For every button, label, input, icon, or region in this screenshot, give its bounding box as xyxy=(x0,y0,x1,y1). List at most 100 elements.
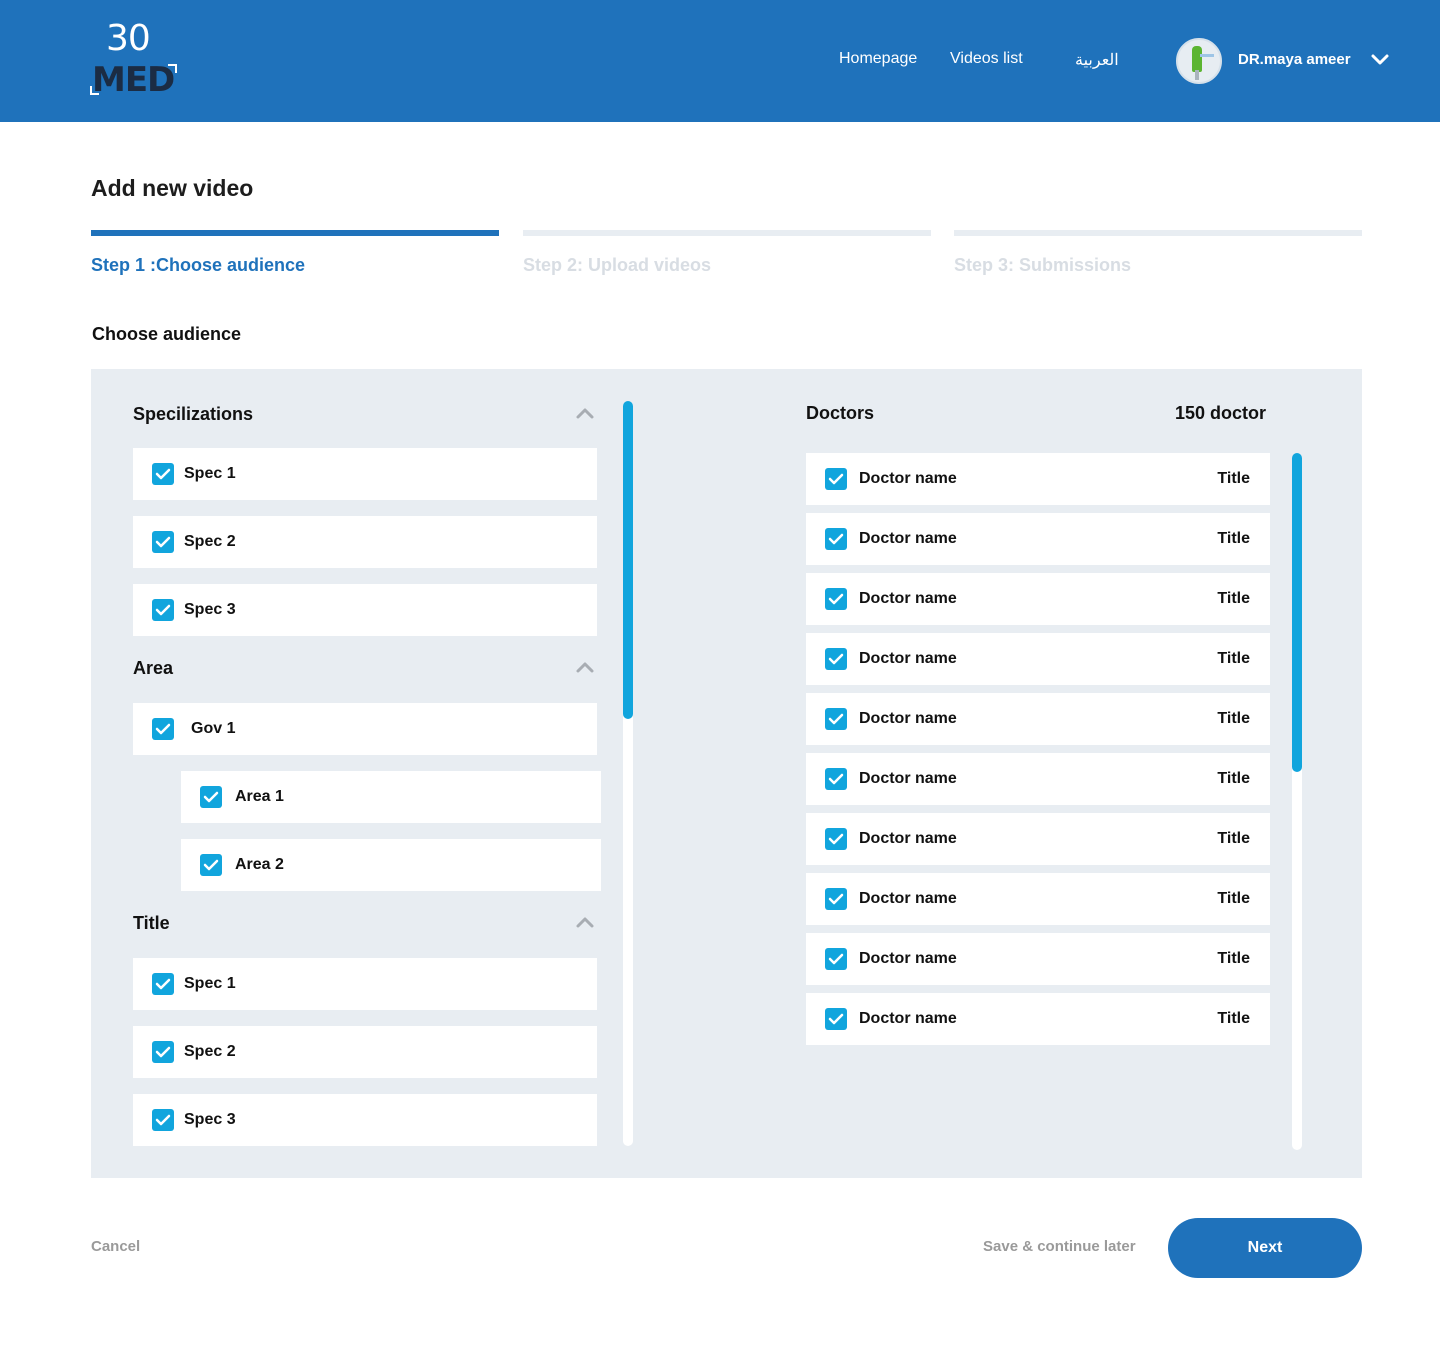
logo-corner-icon xyxy=(168,64,177,73)
checkbox[interactable] xyxy=(825,1008,847,1030)
doctor-row[interactable]: Doctor name Title xyxy=(806,873,1270,925)
logo-text: MED xyxy=(92,60,175,100)
group-title-specializations: Specilizations xyxy=(133,404,254,424)
doctor-row[interactable]: Doctor name Title xyxy=(806,753,1270,805)
doctor-name: Doctor name xyxy=(859,530,957,547)
checkbox[interactable] xyxy=(152,599,174,621)
chevron-up-icon[interactable] xyxy=(575,660,595,674)
list-item-spec[interactable]: Spec 2 xyxy=(133,516,597,568)
top-header: 30 MED Homepage Videos list العربية DR.m… xyxy=(0,0,1440,122)
checkbox[interactable] xyxy=(825,768,847,790)
avatar-image-bar xyxy=(1200,54,1214,57)
doctor-name: Doctor name xyxy=(859,710,957,727)
checkbox[interactable] xyxy=(152,1041,174,1063)
checkbox[interactable] xyxy=(152,531,174,553)
checkbox[interactable] xyxy=(200,854,222,876)
list-item-area[interactable]: Area 2 xyxy=(181,839,601,891)
doctor-title: Title xyxy=(1217,890,1250,907)
chevron-up-icon[interactable] xyxy=(575,915,595,929)
doctor-title: Title xyxy=(1217,530,1250,547)
list-item-spec[interactable]: Spec 3 xyxy=(133,584,597,636)
list-item-title[interactable]: Spec 3 xyxy=(133,1094,597,1146)
list-item-label: Area 2 xyxy=(235,856,284,873)
list-item-title[interactable]: Spec 2 xyxy=(133,1026,597,1078)
doctor-title: Title xyxy=(1217,830,1250,847)
doctor-title: Title xyxy=(1217,470,1250,487)
doctor-title: Title xyxy=(1217,1010,1250,1027)
save-continue-later-button[interactable]: Save & continue later xyxy=(983,1238,1136,1255)
doctors-scrollbar[interactable] xyxy=(1292,453,1302,1150)
doctor-title: Title xyxy=(1217,590,1250,607)
doctor-title: Title xyxy=(1217,770,1250,787)
avatar-image-stand xyxy=(1195,70,1199,80)
cancel-button[interactable]: Cancel xyxy=(91,1238,140,1255)
nav-videos-list[interactable]: Videos list xyxy=(950,50,1023,68)
list-item-label: Gov 1 xyxy=(191,720,236,737)
doctor-name: Doctor name xyxy=(859,830,957,847)
list-item-area[interactable]: Area 1 xyxy=(181,771,601,823)
checkbox[interactable] xyxy=(825,708,847,730)
checkbox[interactable] xyxy=(825,588,847,610)
checkbox[interactable] xyxy=(825,468,847,490)
doctor-title: Title xyxy=(1217,950,1250,967)
list-item-label: Spec 3 xyxy=(184,1111,236,1128)
checkbox[interactable] xyxy=(152,1109,174,1131)
user-name[interactable]: DR.maya ameer xyxy=(1238,51,1351,68)
doctor-row[interactable]: Doctor name Title xyxy=(806,933,1270,985)
chevron-down-icon[interactable] xyxy=(1370,50,1390,70)
logo-number: 30 xyxy=(106,18,151,59)
doctor-name: Doctor name xyxy=(859,590,957,607)
doctor-row[interactable]: Doctor name Title xyxy=(806,633,1270,685)
doctors-title: Doctors xyxy=(806,403,875,423)
step-1-progress xyxy=(91,230,499,236)
tab-step-1[interactable]: Step 1 :Choose audience xyxy=(91,255,305,276)
filters-scrollbar-thumb[interactable] xyxy=(623,401,633,719)
checkbox[interactable] xyxy=(825,888,847,910)
avatar[interactable] xyxy=(1176,38,1222,84)
doctor-row[interactable]: Doctor name Title xyxy=(806,513,1270,565)
tab-step-3[interactable]: Step 3: Submissions xyxy=(954,255,1131,276)
doctor-name: Doctor name xyxy=(859,1010,957,1027)
chevron-up-icon[interactable] xyxy=(575,406,595,420)
page-title: Add new video xyxy=(91,175,254,201)
checkbox[interactable] xyxy=(825,948,847,970)
filters-scrollbar[interactable] xyxy=(623,401,633,1146)
checkbox[interactable] xyxy=(825,528,847,550)
checkbox[interactable] xyxy=(825,648,847,670)
list-item-gov[interactable]: Gov 1 xyxy=(133,703,597,755)
checkbox[interactable] xyxy=(152,718,174,740)
nav-language-arabic[interactable]: العربية xyxy=(1075,50,1119,70)
list-item-label: Spec 2 xyxy=(184,533,236,550)
logo[interactable]: 30 MED xyxy=(88,18,180,100)
checkbox[interactable] xyxy=(152,463,174,485)
doctor-row[interactable]: Doctor name Title xyxy=(806,453,1270,505)
group-title-title: Title xyxy=(133,913,170,933)
checkbox[interactable] xyxy=(152,973,174,995)
doctor-name: Doctor name xyxy=(859,950,957,967)
next-button[interactable]: Next xyxy=(1168,1218,1362,1278)
doctor-title: Title xyxy=(1217,710,1250,727)
list-item-label: Spec 1 xyxy=(184,975,236,992)
list-item-label: Spec 3 xyxy=(184,601,236,618)
list-item-spec[interactable]: Spec 1 xyxy=(133,448,597,500)
doctor-row[interactable]: Doctor name Title xyxy=(806,573,1270,625)
list-item-title[interactable]: Spec 1 xyxy=(133,958,597,1010)
step-2-progress xyxy=(523,230,931,236)
tab-step-2[interactable]: Step 2: Upload videos xyxy=(523,255,711,276)
checkbox[interactable] xyxy=(825,828,847,850)
step-3-progress xyxy=(954,230,1362,236)
list-item-label: Spec 2 xyxy=(184,1043,236,1060)
doctor-title: Title xyxy=(1217,650,1250,667)
doctor-row[interactable]: Doctor name Title xyxy=(806,693,1270,745)
doctor-row[interactable]: Doctor name Title xyxy=(806,993,1270,1045)
list-item-label: Area 1 xyxy=(235,788,284,805)
doctors-scrollbar-thumb[interactable] xyxy=(1292,453,1302,772)
nav-homepage[interactable]: Homepage xyxy=(839,50,917,68)
list-item-label: Spec 1 xyxy=(184,465,236,482)
checkbox[interactable] xyxy=(200,786,222,808)
group-title-area: Area xyxy=(133,658,174,678)
logo-corner-icon xyxy=(90,86,99,95)
doctor-name: Doctor name xyxy=(859,650,957,667)
doctor-row[interactable]: Doctor name Title xyxy=(806,813,1270,865)
doctor-name: Doctor name xyxy=(859,890,957,907)
